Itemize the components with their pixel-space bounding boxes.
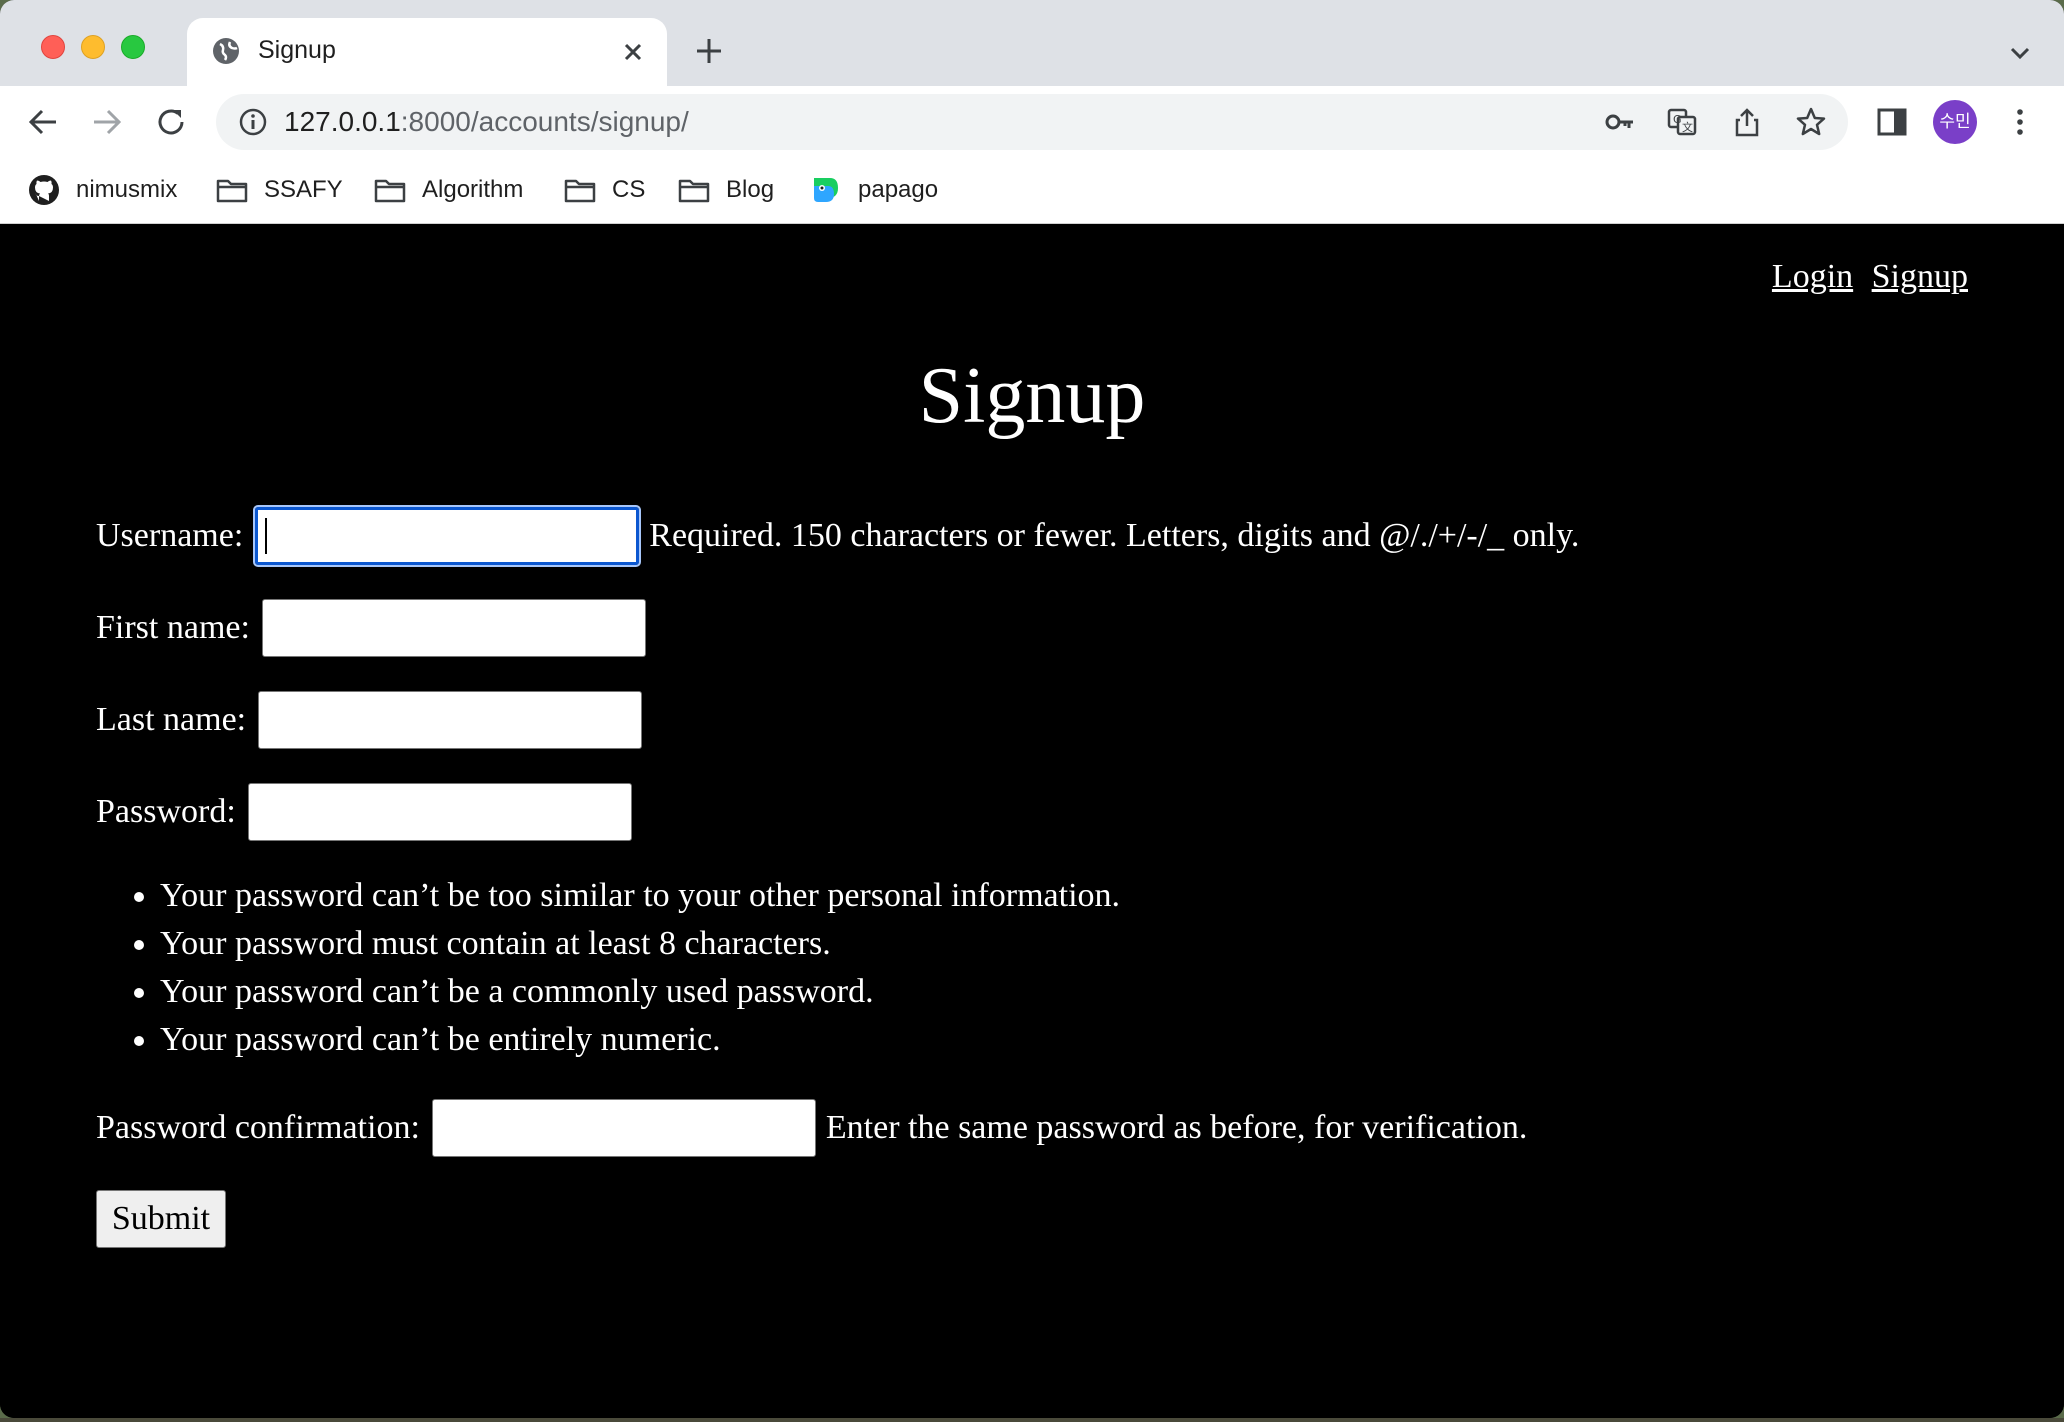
- top-nav: Login Signup: [1762, 258, 1968, 296]
- chevron-down-icon[interactable]: [2007, 40, 2033, 66]
- profile-avatar[interactable]: 수민: [1933, 100, 1977, 144]
- bookmark-algorithm[interactable]: Algorithm: [374, 172, 523, 208]
- translate-icon[interactable]: G 文: [1666, 106, 1698, 138]
- close-icon[interactable]: [619, 38, 647, 66]
- minimize-window-button[interactable]: [81, 35, 105, 59]
- svg-text:G: G: [1673, 113, 1682, 126]
- tab-signup[interactable]: Signup: [187, 18, 667, 86]
- password-row: Password:: [96, 782, 632, 842]
- bookmark-label: nimusmix: [76, 176, 178, 203]
- url-host: 127.0.0.1: [284, 106, 401, 137]
- bookmark-ssafy[interactable]: SSAFY: [216, 172, 343, 208]
- text-caret: [265, 518, 267, 554]
- username-input[interactable]: [253, 505, 642, 567]
- github-icon: [29, 175, 59, 205]
- close-window-button[interactable]: [41, 35, 65, 59]
- bookmark-label: Blog: [726, 176, 775, 203]
- forward-arrow-icon[interactable]: [90, 105, 124, 139]
- page-title: Signup: [918, 352, 1146, 440]
- list-item: Your password can’t be a commonly used p…: [160, 968, 1120, 1016]
- password-input[interactable]: [247, 783, 632, 841]
- more-menu-icon[interactable]: [2003, 105, 2037, 139]
- papago-icon: [814, 178, 838, 202]
- password-confirmation-help-text: Enter the same password as before, for v…: [825, 1109, 1528, 1146]
- last-name-row: Last name:: [96, 690, 643, 750]
- page-content: Login Signup Signup Username: Required. …: [0, 224, 2064, 1418]
- star-icon[interactable]: [1795, 106, 1827, 138]
- bookmark-blog[interactable]: Blog: [678, 172, 774, 208]
- bookmark-label: SSAFY: [264, 176, 343, 203]
- first-name-row: First name:: [96, 598, 646, 658]
- svg-text:文: 文: [1682, 120, 1693, 134]
- list-item: Your password must contain at least 8 ch…: [160, 920, 1120, 968]
- folder-icon: [678, 179, 710, 203]
- submit-button[interactable]: Submit: [96, 1190, 226, 1248]
- password-confirmation-input[interactable]: [431, 1099, 816, 1157]
- last-name-input[interactable]: [258, 691, 643, 749]
- address-bar[interactable]: 127.0.0.1:8000/accounts/signup/ G 文: [216, 94, 1848, 150]
- signup-link[interactable]: Signup: [1872, 258, 1968, 295]
- share-icon[interactable]: [1731, 106, 1763, 138]
- back-arrow-icon[interactable]: [26, 105, 60, 139]
- folder-icon: [374, 179, 406, 203]
- username-label: Username:: [96, 517, 244, 554]
- first-name-label: First name:: [96, 609, 250, 646]
- browser-toolbar: 127.0.0.1:8000/accounts/signup/ G 文 수민: [0, 86, 2064, 158]
- bookmark-label: Algorithm: [422, 176, 524, 203]
- bookmark-label: CS: [612, 176, 646, 203]
- username-help-text: Required. 150 characters or fewer. Lette…: [649, 517, 1580, 554]
- side-panel-icon[interactable]: [1875, 105, 1909, 139]
- tab-title: Signup: [258, 36, 336, 64]
- desktop-background: [0, 1418, 2064, 1422]
- list-item: Your password can’t be entirely numeric.: [160, 1016, 1120, 1064]
- password-confirmation-row: Password confirmation: Enter the same pa…: [96, 1098, 1527, 1158]
- password-label: Password:: [96, 793, 236, 830]
- first-name-input[interactable]: [261, 599, 646, 657]
- username-row: Username: Required. 150 characters or fe…: [96, 505, 1580, 567]
- url-path: :8000/accounts/signup/: [400, 106, 689, 137]
- key-icon[interactable]: [1604, 106, 1636, 138]
- bookmarks-bar: nimusmix SSAFY Algorithm CS Blog papago: [0, 158, 2064, 224]
- bookmark-label: papago: [858, 176, 939, 203]
- folder-icon: [564, 179, 596, 203]
- info-icon[interactable]: [238, 107, 268, 137]
- bookmark-papago[interactable]: papago: [810, 172, 938, 208]
- tab-strip: Signup: [0, 0, 2064, 86]
- browser-window: Signup 127.0.0.1:8000/accounts/signup/ G…: [0, 0, 2064, 1418]
- maximize-window-button[interactable]: [121, 35, 145, 59]
- password-confirmation-label: Password confirmation:: [96, 1109, 420, 1146]
- last-name-label: Last name:: [96, 701, 247, 738]
- login-link[interactable]: Login: [1772, 258, 1853, 295]
- bookmark-cs[interactable]: CS: [564, 172, 645, 208]
- password-rules-list: Your password can’t be too similar to yo…: [160, 872, 1120, 1064]
- new-tab-plus-icon[interactable]: [694, 36, 724, 66]
- folder-icon: [216, 179, 248, 203]
- reload-icon[interactable]: [154, 105, 188, 139]
- globe-icon: [213, 38, 239, 64]
- url-text[interactable]: 127.0.0.1:8000/accounts/signup/: [284, 106, 689, 138]
- bookmark-nimusmix[interactable]: nimusmix: [28, 172, 177, 208]
- list-item: Your password can’t be too similar to yo…: [160, 872, 1120, 920]
